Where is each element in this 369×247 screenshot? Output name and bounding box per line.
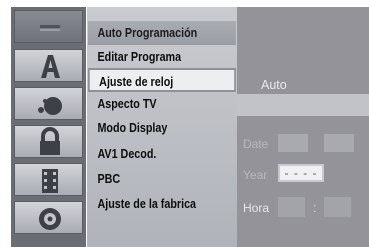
menu-item-pbc[interactable]: PBC [88,167,236,191]
disc-icon[interactable] [14,201,83,234]
general-menu-icon[interactable] [14,10,83,43]
category-icon-column [11,7,86,247]
time-separator: : [313,200,317,215]
year-field[interactable]: - - - - [278,164,324,182]
setup-menu-panel: Auto Programación Editar Programa Ajuste… [87,7,237,247]
date-month-field[interactable] [324,134,354,152]
date-day-field[interactable] [278,134,308,152]
audio-icon[interactable] [14,87,83,120]
menu-item-aspecto-tv[interactable]: Aspecto TV [88,92,236,116]
menu-item-av1-decod[interactable]: AV1 Decod. [88,142,236,166]
clock-mode-value[interactable]: Auto [261,78,287,92]
menu-item-modo-display[interactable]: Modo Display [88,116,236,140]
minute-field[interactable] [324,197,351,217]
menu-item-ajuste-de-la-fabrica[interactable]: Ajuste de la fabrica [88,192,236,216]
menu-item-editar-programa[interactable]: Editar Programa [88,45,236,69]
year-label: Year [243,168,268,182]
hora-label: Hora [243,201,270,215]
date-label: Date [243,137,269,151]
menu-item-ajuste-de-reloj[interactable]: Ajuste de reloj [88,68,236,92]
settings-highlight-band [237,94,369,116]
lock-icon[interactable] [14,125,83,158]
hour-field[interactable] [278,197,305,217]
dvd-setup-osd: Auto Programación Editar Programa Ajuste… [0,0,369,247]
film-icon[interactable] [14,163,83,196]
language-a-icon[interactable] [14,49,83,82]
menu-item-auto-programacion[interactable]: Auto Programación [88,21,236,45]
